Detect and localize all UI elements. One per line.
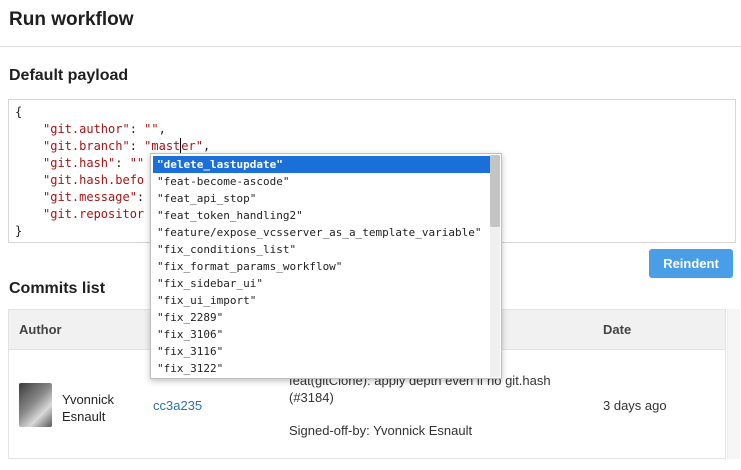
column-header-author: Author <box>19 322 62 337</box>
autocomplete-option[interactable]: "fix_sidebar_ui" <box>153 275 490 292</box>
column-header-date: Date <box>603 322 632 337</box>
code-value: "" <box>144 122 159 136</box>
reindent-button[interactable]: Reindent <box>649 249 733 278</box>
code-key: "git.message" <box>43 190 137 204</box>
page-title: Run workflow <box>9 9 134 30</box>
author-first-name: Yvonnick <box>62 392 115 407</box>
autocomplete-option[interactable]: "feat_token_handling2" <box>153 207 490 224</box>
autocomplete-option[interactable]: "delete_lastupdate" <box>153 156 490 173</box>
code-value: "" <box>129 156 145 170</box>
commit-message-line: (#3184) <box>289 390 334 405</box>
code-key: "git.branch" <box>43 139 130 153</box>
commit-hash-link[interactable]: cc3a235 <box>153 398 202 413</box>
code-key: "git.repositor <box>43 207 145 221</box>
avatar <box>19 383 52 427</box>
author-name: Yvonnick Esnault <box>62 391 132 425</box>
autocomplete-option[interactable]: "feature/expose_vcsserver_as_a_template_… <box>153 224 490 241</box>
code-key: "git.author" <box>43 122 130 136</box>
autocomplete-option[interactable]: "fix_3122" <box>153 360 490 377</box>
code-line-git-hash: "git.hash": "" <box>43 155 144 172</box>
commits-section-title: Commits list <box>9 280 106 297</box>
payload-section-title: Default payload <box>9 67 129 84</box>
autocomplete-option[interactable]: "fix_ui_import" <box>153 292 490 309</box>
dialog-header: Run workflow <box>0 0 741 47</box>
commit-date: 3 days ago <box>603 398 667 413</box>
code-line-git-author: "git.author": "", <box>43 121 166 138</box>
autocomplete-option[interactable]: "fix_3106" <box>153 326 490 343</box>
code-key: "git.hash.befo <box>43 173 145 187</box>
autocomplete-option[interactable]: "feat_api_stop" <box>153 190 490 207</box>
code-sep: : <box>115 156 130 170</box>
code-line-git-hash-before: "git.hash.befo <box>43 172 144 189</box>
branch-autocomplete-dropdown[interactable]: "delete_lastupdate" "feat-become-ascode"… <box>150 153 502 379</box>
code-line-open-brace: { <box>15 105 23 119</box>
autocomplete-option[interactable]: "fix_3116" <box>153 343 490 360</box>
autocomplete-option[interactable]: "fix_conditions_list" <box>153 241 490 258</box>
code-tail: , <box>158 122 166 136</box>
code-line-close-brace: } <box>15 224 23 238</box>
code-key: "git.hash" <box>43 156 116 170</box>
autocomplete-option[interactable]: "fix_format_params_workflow" <box>153 258 490 275</box>
code-sep: : <box>136 190 145 204</box>
code-sep: : <box>129 139 145 153</box>
autocomplete-option[interactable]: "fix_2289" <box>153 309 490 326</box>
dropdown-scrollbar-thumb[interactable] <box>490 155 500 227</box>
autocomplete-option[interactable]: "feat-become-ascode" <box>153 173 490 190</box>
code-line-git-repository: "git.repositor <box>43 206 144 223</box>
code-tail: , <box>202 139 211 153</box>
code-line-git-message: "git.message": <box>43 189 144 206</box>
table-scrollbar[interactable] <box>727 309 740 459</box>
code-sep: : <box>129 122 145 136</box>
commit-signoff: Signed-off-by: Yvonnick Esnault <box>289 423 473 438</box>
code-value: er" <box>181 139 203 153</box>
code-value: "mast <box>144 139 181 153</box>
author-last-name: Esnault <box>62 409 106 424</box>
